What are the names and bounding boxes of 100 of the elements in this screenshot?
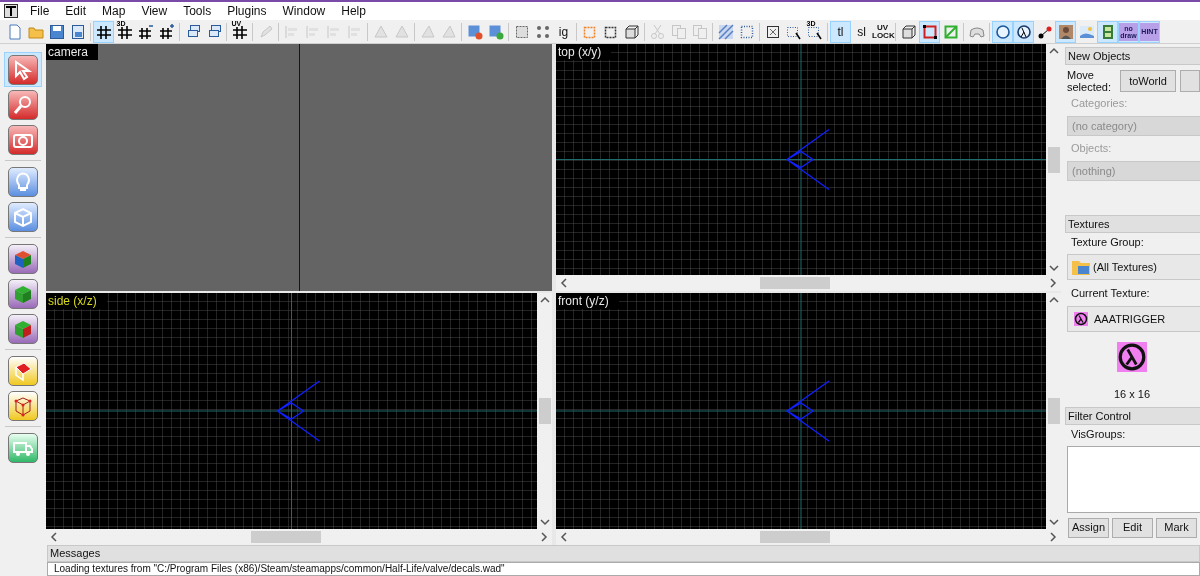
dashed-square-icon <box>513 23 530 40</box>
lambda-icon <box>1074 312 1088 326</box>
scrollbar-thumb[interactable] <box>760 531 831 543</box>
landscape-icon <box>1078 23 1095 40</box>
grid-icon <box>116 23 133 40</box>
camera-marker-drawing[interactable] <box>785 380 830 442</box>
chevron-left-icon[interactable] <box>560 532 568 542</box>
grid-button[interactable] <box>93 20 114 43</box>
visgroups-list[interactable] <box>1067 445 1200 513</box>
section-header: New Objects <box>1065 47 1200 65</box>
menu-item[interactable]: Plugins <box>219 2 275 20</box>
menu-item[interactable]: Edit <box>57 2 95 20</box>
toggle-button[interactable]: sl <box>851 20 872 43</box>
dots-square-icon <box>534 23 551 40</box>
messages-header: Messages <box>47 545 1200 562</box>
field-label: Categories: <box>1070 97 1129 110</box>
scissors-icon <box>649 23 666 40</box>
toggle-button[interactable]: tl <box>830 20 851 43</box>
grid-icon <box>231 23 248 40</box>
field-label: Move selected: <box>1066 69 1113 93</box>
square-frame-icon <box>921 23 938 40</box>
camera-marker-drawing[interactable] <box>785 128 830 191</box>
menu-item[interactable]: Tools <box>175 2 220 20</box>
chevron-right-icon[interactable] <box>1049 278 1057 288</box>
camera-marker-drawing[interactable] <box>276 380 321 442</box>
camera-viewport[interactable]: camera <box>46 44 552 291</box>
filter-button[interactable]: Assign <box>1068 517 1109 538</box>
scrollbar-thumb[interactable] <box>760 277 831 289</box>
texture-size: 16 x 16 <box>1113 387 1151 402</box>
crossed-box-icon <box>764 23 781 40</box>
circle-button[interactable] <box>992 20 1013 43</box>
current-texture-dropdown[interactable]: AAATRIGGER <box>1067 306 1200 332</box>
square-frame-icon <box>942 23 959 40</box>
chevron-left-icon[interactable] <box>560 278 568 288</box>
selection-tool-button[interactable] <box>4 52 42 87</box>
texture-preview <box>1117 342 1147 372</box>
section-header: Filter Control <box>1065 406 1200 425</box>
circle-icon <box>994 23 1011 40</box>
grid-plus-icon <box>158 23 175 40</box>
document-icon <box>6 23 23 40</box>
viewport-label: side (x/z) <box>46 293 107 309</box>
grid-viewport[interactable]: side (x/z) <box>46 293 552 545</box>
triangle-icon <box>372 23 389 40</box>
uv-lock-button[interactable]: UV LOCK <box>872 20 893 43</box>
menu-item[interactable]: Help <box>333 2 374 20</box>
grid-minus-icon <box>137 23 154 40</box>
triangle-icon <box>393 23 410 40</box>
scrollbar-thumb[interactable] <box>250 531 321 543</box>
person-button[interactable] <box>1055 20 1076 43</box>
scrollbar-thumb[interactable] <box>538 398 551 424</box>
film-button[interactable] <box>1097 20 1118 43</box>
floppy-icon <box>48 23 65 40</box>
menu-item[interactable]: Map <box>94 2 134 20</box>
grid-viewport[interactable]: front (y/z) <box>556 293 1061 545</box>
app-logo-icon <box>4 4 18 18</box>
field-label: Texture Group: <box>1070 236 1145 249</box>
chevron-down-icon[interactable] <box>1048 264 1059 272</box>
folder-icon <box>1071 258 1091 276</box>
square-plus-icon <box>487 23 504 40</box>
chevron-right-icon[interactable] <box>540 532 548 542</box>
chevron-down-icon[interactable] <box>1048 518 1059 526</box>
floppy-document-icon <box>69 23 86 40</box>
person-icon <box>1057 23 1074 40</box>
chevron-right-icon[interactable] <box>1049 532 1057 542</box>
field-label: Current Texture: <box>1070 287 1151 300</box>
cube-icon <box>623 23 640 40</box>
filter-button[interactable]: Mark <box>1156 517 1197 538</box>
square-minus-icon <box>466 23 483 40</box>
menu-item[interactable]: Window <box>274 2 334 20</box>
texture-group-dropdown[interactable]: (All Textures) <box>1067 254 1200 280</box>
wedge-icon <box>419 23 436 40</box>
chevron-left-icon[interactable] <box>50 532 58 542</box>
chevron-down-icon[interactable] <box>539 518 550 526</box>
carve-button[interactable] <box>919 20 940 43</box>
grid-viewport[interactable]: top (x/y) <box>556 44 1061 291</box>
toggle-button[interactable]: ig <box>553 20 574 43</box>
chevron-up-icon[interactable] <box>1048 296 1059 304</box>
menu-item[interactable]: File <box>22 2 58 20</box>
viewport-label: front (y/z) <box>556 293 619 309</box>
chevron-up-icon[interactable] <box>539 296 550 304</box>
lambda-button[interactable] <box>1013 20 1034 43</box>
viewport-label: top (x/y) <box>556 44 612 60</box>
grid-icon <box>95 23 112 40</box>
hatched-square-icon <box>717 23 734 40</box>
filter-button[interactable]: Edit <box>1112 517 1153 538</box>
copy-icon <box>670 23 687 40</box>
section-header: Textures <box>1065 215 1200 233</box>
scrollbar-thumb[interactable] <box>1047 146 1060 173</box>
field-label: Objects: <box>1070 142 1113 155</box>
dotted-square-icon <box>738 23 755 40</box>
viewport-label: camera <box>46 44 98 60</box>
box-icon <box>900 23 917 40</box>
scrollbar-thumb[interactable] <box>1047 398 1060 424</box>
lambda-icon <box>1015 23 1032 40</box>
menu-item[interactable]: View <box>133 2 176 20</box>
paste-icon <box>691 23 708 40</box>
field-label: VisGroups: <box>1070 427 1127 441</box>
pencil-icon <box>257 23 274 40</box>
chevron-up-icon[interactable] <box>1048 47 1059 55</box>
message-line: Loading textures from "C:/Program Files (x86)/Steam/steamapps/common/Half-Life/valve/decals.wad" <box>54 563 506 575</box>
